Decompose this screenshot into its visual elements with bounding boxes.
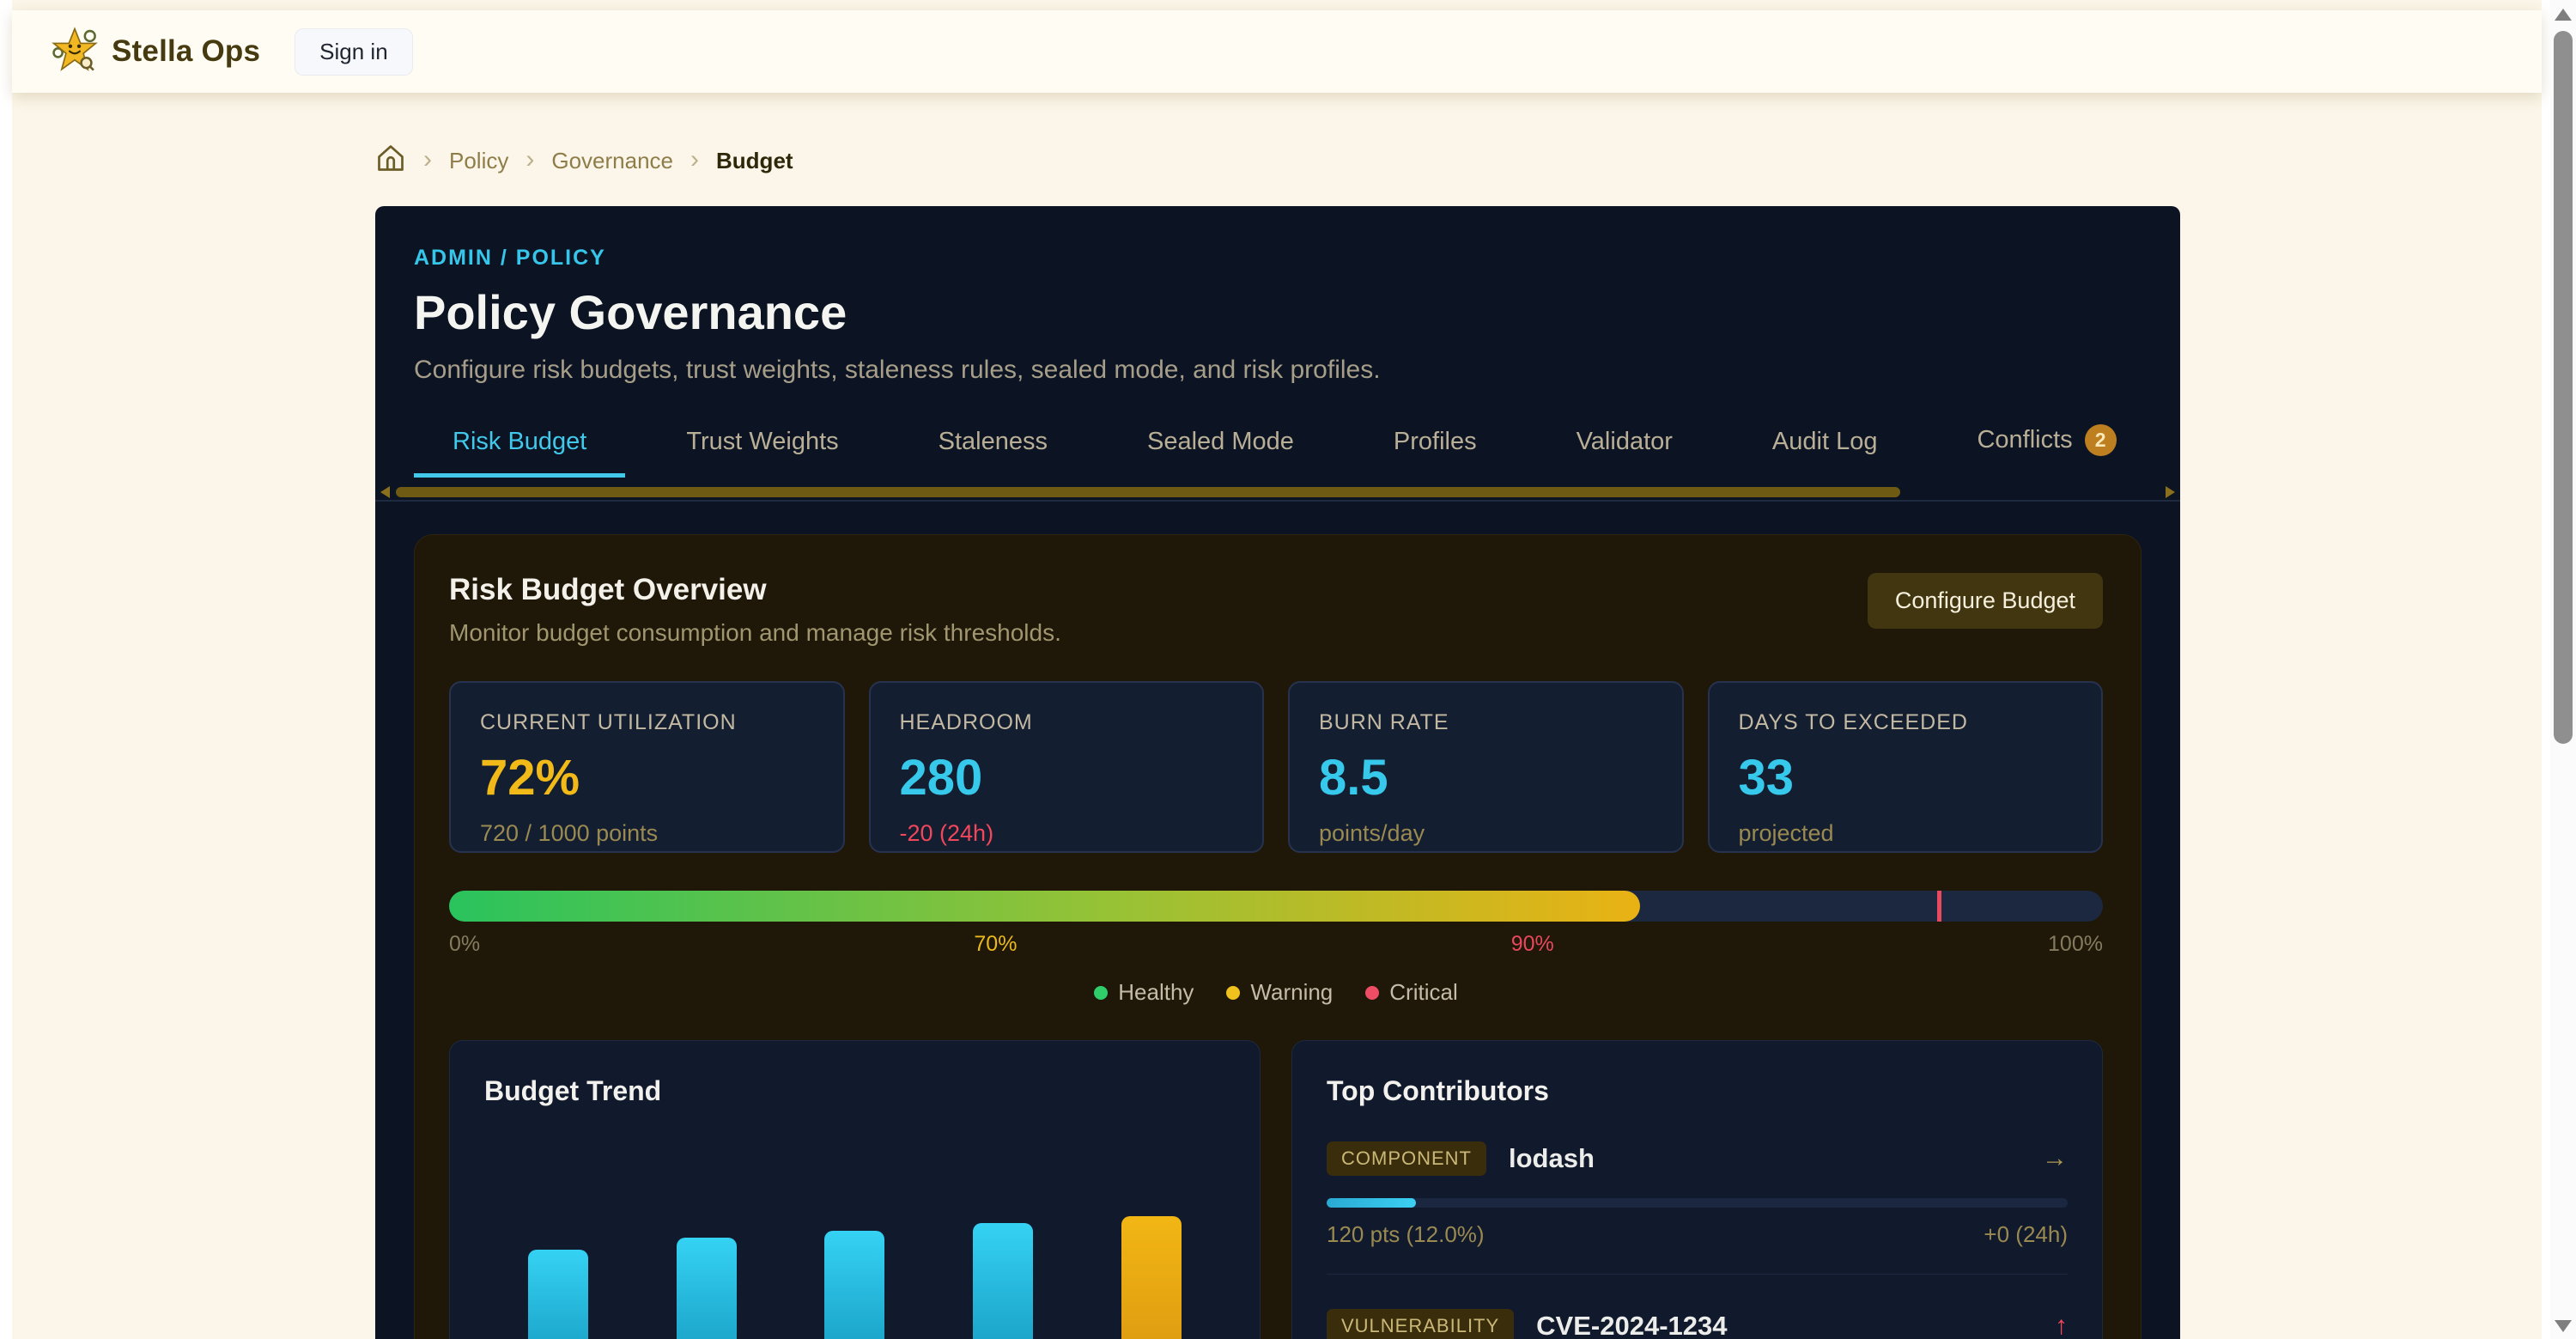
breadcrumb-separator-icon: › [526, 147, 534, 173]
tab-validator[interactable]: Validator [1538, 428, 1711, 478]
page-title: Policy Governance [414, 284, 2142, 340]
tab-staleness[interactable]: Staleness [900, 428, 1086, 478]
contributor-points: 120 pts (12.0%) [1327, 1221, 1485, 1248]
trend-arrow-icon[interactable]: → [2042, 1144, 2068, 1173]
top-contributors-card: Top Contributors COMPONENT lodash → 120 … [1291, 1040, 2103, 1339]
policy-governance-panel: ADMIN / POLICY Policy Governance Configu… [375, 206, 2180, 1339]
utilization-scale: 0% 70% 90% 100% [449, 932, 2103, 957]
stat-sub: points/day [1319, 820, 1653, 847]
page-subtitle: Configure risk budgets, trust weights, s… [414, 356, 2142, 385]
trend-bar [1121, 1216, 1182, 1339]
breadcrumb: › Policy › Governance › Budget [375, 143, 793, 180]
stat-value: 8.5 [1319, 749, 1653, 806]
stella-ops-star-logo-icon [52, 27, 98, 77]
contributor-type-badge: COMPONENT [1327, 1141, 1486, 1176]
contributor-row[interactable]: COMPONENT lodash → 120 pts (12.0%) +0 (2… [1327, 1141, 2068, 1275]
risk-budget-overview-card: Risk Budget Overview Monitor budget cons… [414, 534, 2142, 1339]
conflicts-count-badge: 2 [2085, 424, 2117, 456]
divider [1327, 1274, 2068, 1275]
trend-bar [824, 1231, 884, 1339]
stat-label: HEADROOM [900, 710, 1234, 735]
overview-title: Risk Budget Overview [449, 573, 1061, 607]
tab-bar: Risk Budget Trust Weights Staleness Seal… [414, 424, 2142, 478]
scale-label-70: 70% [974, 932, 1017, 957]
stat-value: 280 [900, 749, 1234, 806]
overview-header: Risk Budget Overview Monitor budget cons… [449, 573, 2103, 647]
stat-card-days-to-exceeded: DAYS TO EXCEEDED 33 projected [1708, 681, 2104, 853]
breadcrumb-separator-icon: › [423, 147, 432, 173]
tab-conflicts[interactable]: Conflicts 2 [1938, 424, 2154, 478]
contributor-row[interactable]: VULNERABILITY CVE-2024-1234 ↑ 95 pts (9.… [1327, 1309, 2068, 1339]
screen: Stella Ops Sign in › Policy › Governance… [0, 0, 2576, 1339]
tab-profiles[interactable]: Profiles [1355, 428, 1516, 478]
budget-trend-chart [484, 1216, 1225, 1339]
stat-label: DAYS TO EXCEEDED [1739, 710, 2073, 735]
budget-trend-title: Budget Trend [484, 1075, 1225, 1107]
tabs-scroll-left-arrow-icon[interactable] [380, 486, 390, 498]
stat-sub: projected [1739, 820, 2073, 847]
scrollbar-down-arrow-icon[interactable] [2555, 1320, 2572, 1332]
stat-card-headroom: HEADROOM 280 -20 (24h) [869, 681, 1265, 853]
status-legend: Healthy Warning Critical [449, 979, 2103, 1006]
stat-value: 72% [480, 749, 814, 806]
legend-healthy: Healthy [1094, 979, 1194, 1006]
healthy-dot-icon [1094, 986, 1108, 1000]
contributor-type-badge: VULNERABILITY [1327, 1309, 1514, 1339]
contributor-bar-track [1327, 1198, 2068, 1208]
scale-label-90: 90% [1511, 932, 1554, 957]
scale-label-0: 0% [449, 932, 480, 957]
brand-name: Stella Ops [112, 34, 260, 69]
contributor-bar-fill [1327, 1198, 1416, 1208]
tabs-scroll-right-arrow-icon[interactable] [2166, 486, 2175, 498]
trend-bar [973, 1223, 1033, 1339]
budget-trend-card: Budget Trend 12/1 12/8 12/15 12/22 12/29 [449, 1040, 1261, 1339]
contributor-name: lodash [1509, 1143, 1595, 1174]
legend-warning: Warning [1226, 979, 1333, 1006]
home-icon[interactable] [375, 143, 406, 180]
tab-risk-budget[interactable]: Risk Budget [414, 428, 625, 478]
stats-grid: CURRENT UTILIZATION 72% 720 / 1000 point… [449, 681, 2103, 853]
stat-label: BURN RATE [1319, 710, 1653, 735]
trend-bar [528, 1250, 588, 1339]
breadcrumb-policy[interactable]: Policy [449, 148, 508, 174]
stat-card-current-utilization: CURRENT UTILIZATION 72% 720 / 1000 point… [449, 681, 845, 853]
utilization-bar-fill [449, 891, 1640, 922]
stat-label: CURRENT UTILIZATION [480, 710, 814, 735]
stat-sub: -20 (24h) [900, 820, 1234, 847]
trend-arrow-icon[interactable]: ↑ [2055, 1312, 2068, 1339]
contributor-name: CVE-2024-1234 [1536, 1311, 1727, 1339]
scrollbar-thumb[interactable] [2554, 31, 2573, 744]
contributor-delta: +0 (24h) [1984, 1221, 2068, 1248]
tab-clipped[interactable]: Pl [2178, 428, 2180, 478]
breadcrumb-budget: Budget [716, 148, 793, 174]
topbar: Stella Ops Sign in [12, 10, 2542, 93]
tab-trust-weights[interactable]: Trust Weights [647, 428, 877, 478]
overview-description: Monitor budget consumption and manage ri… [449, 619, 1061, 647]
scrollbar-up-arrow-icon[interactable] [2555, 9, 2572, 21]
top-contributors-title: Top Contributors [1327, 1075, 2068, 1107]
stat-value: 33 [1739, 749, 2073, 806]
browser-scrollbar[interactable] [2550, 0, 2576, 1339]
tab-audit-log[interactable]: Audit Log [1734, 428, 1917, 478]
tabs-scrollbar-thumb[interactable] [396, 487, 1900, 497]
section-eyebrow: ADMIN / POLICY [414, 246, 2142, 271]
tabs-horizontal-scrollbar[interactable] [375, 486, 2180, 502]
brand: Stella Ops [52, 27, 260, 77]
stat-card-burn-rate: BURN RATE 8.5 points/day [1288, 681, 1684, 853]
critical-dot-icon [1365, 986, 1379, 1000]
stat-sub: 720 / 1000 points [480, 820, 814, 847]
breadcrumb-governance[interactable]: Governance [551, 148, 673, 174]
legend-critical: Critical [1365, 979, 1457, 1006]
breadcrumb-separator-icon: › [690, 147, 699, 173]
sign-in-button[interactable]: Sign in [295, 28, 413, 76]
scale-label-100: 100% [2048, 932, 2103, 957]
utilization-bar-section: 0% 70% 90% 100% Healthy Warning [449, 891, 2103, 1006]
utilization-bar-track [449, 891, 2103, 922]
trend-bar [677, 1238, 737, 1339]
critical-threshold-marker [1937, 891, 1941, 922]
tab-sealed-mode[interactable]: Sealed Mode [1109, 428, 1333, 478]
warning-dot-icon [1226, 986, 1240, 1000]
configure-budget-button[interactable]: Configure Budget [1868, 573, 2103, 629]
